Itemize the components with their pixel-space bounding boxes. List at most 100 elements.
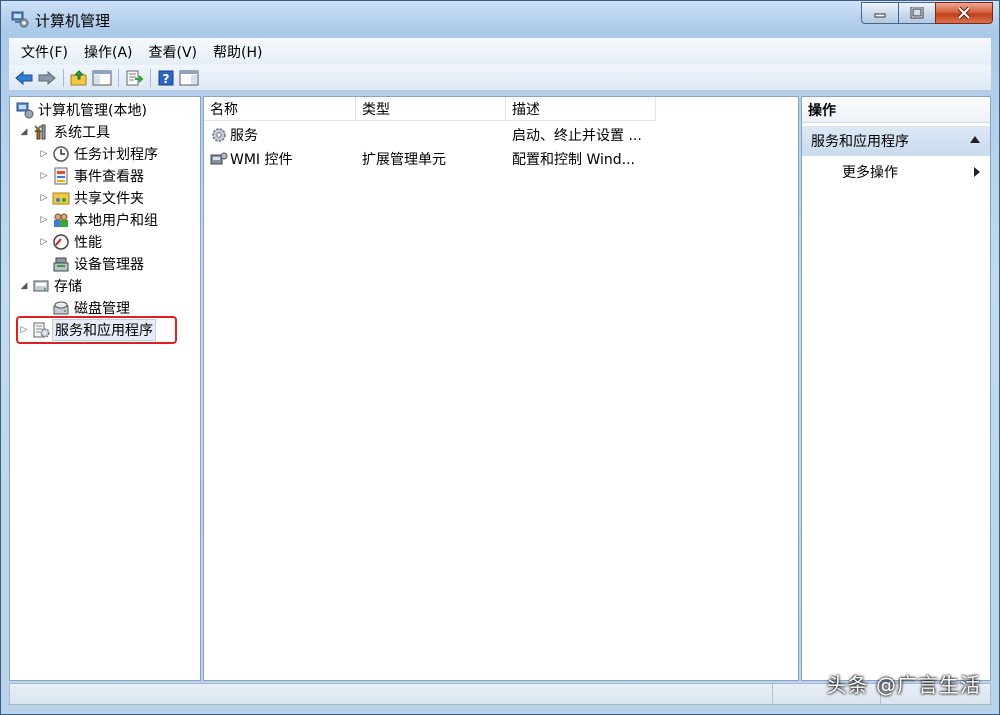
console-tree-pane: 计算机管理(本地) ◢ 系统工具 ▷ 任务计划程序 ▷ 事件查看器 ▷ 共享文件夹 ▷ 本地用户和组… bbox=[9, 96, 201, 681]
toolbar-separator bbox=[63, 68, 64, 87]
show-tree-icon bbox=[92, 70, 112, 85]
wmi-icon bbox=[210, 152, 228, 165]
list-row[interactable]: 服务 启动、终止并设置 ... bbox=[204, 123, 798, 147]
result-list-pane: 名称 类型 描述 服务 启动、终止并设置 ... WMI 控件 扩展管理单元 配… bbox=[203, 96, 799, 681]
title-bar[interactable]: 计算机管理 bbox=[1, 1, 999, 37]
list-row-description: 配置和控制 Wind... bbox=[512, 152, 635, 168]
minimize-button[interactable] bbox=[861, 2, 899, 24]
actions-section-header[interactable]: 服务和应用程序 bbox=[802, 126, 990, 156]
tree-item-device-manager[interactable]: 设备管理器 bbox=[38, 253, 146, 275]
tree-item-label: 计算机管理(本地) bbox=[38, 103, 147, 119]
up-folder-icon bbox=[70, 69, 87, 85]
watermark-text: 头条 @广言生活 bbox=[826, 673, 981, 697]
tree-expand-arrow-icon[interactable]: ▷ bbox=[18, 325, 30, 335]
tree-expanded-arrow-icon[interactable]: ◢ bbox=[18, 127, 30, 137]
menu-view[interactable]: 查看(V) bbox=[141, 42, 206, 62]
maximize-button[interactable] bbox=[898, 2, 936, 24]
performance-icon bbox=[52, 233, 70, 251]
close-button[interactable] bbox=[935, 2, 993, 24]
tree-item-computer-management[interactable]: 计算机管理(本地) bbox=[12, 99, 149, 121]
tree-item-services-apps[interactable]: ▷ 服务和应用程序 bbox=[18, 319, 156, 341]
help-button[interactable]: ? bbox=[155, 68, 177, 88]
forward-button[interactable] bbox=[36, 68, 58, 88]
actions-pane: 操作 服务和应用程序 更多操作 bbox=[801, 96, 991, 681]
gear-icon bbox=[212, 128, 226, 142]
tree-item-label: 存储 bbox=[54, 279, 82, 295]
tree-item-label: 本地用户和组 bbox=[74, 213, 158, 229]
tree-item-shared-folder[interactable]: ▷ 共享文件夹 bbox=[38, 187, 146, 209]
toolbar: ? bbox=[9, 65, 991, 91]
tree-expand-arrow-icon[interactable]: ▷ bbox=[38, 193, 50, 203]
tree-item-label: 性能 bbox=[74, 235, 102, 251]
list-row-description: 启动、终止并设置 ... bbox=[512, 128, 642, 144]
minimize-icon bbox=[874, 13, 886, 18]
column-header-description[interactable]: 描述 bbox=[506, 97, 656, 121]
tree-expand-arrow-icon[interactable]: ▷ bbox=[38, 237, 50, 247]
menu-action[interactable]: 操作(A) bbox=[76, 42, 141, 62]
close-icon bbox=[957, 6, 971, 20]
clock-icon bbox=[52, 145, 70, 163]
more-actions-label: 更多操作 bbox=[842, 165, 898, 181]
tree-expand-arrow-icon[interactable]: ▷ bbox=[38, 171, 50, 181]
menu-help[interactable]: 帮助(H) bbox=[205, 42, 270, 62]
column-header-type[interactable]: 类型 bbox=[356, 97, 506, 121]
show-tree-button[interactable] bbox=[91, 68, 113, 88]
device-manager-icon bbox=[52, 255, 70, 273]
actions-section-label: 服务和应用程序 bbox=[811, 134, 909, 150]
tree-item-users[interactable]: ▷ 本地用户和组 bbox=[38, 209, 160, 231]
toolbar-separator bbox=[118, 68, 119, 87]
tree-item-event-viewer[interactable]: ▷ 事件查看器 bbox=[38, 165, 146, 187]
actions-title: 操作 bbox=[802, 97, 990, 123]
toolbar-separator bbox=[150, 68, 151, 87]
list-row[interactable]: WMI 控件 扩展管理单元 配置和控制 Wind... bbox=[204, 147, 798, 171]
event-viewer-icon bbox=[52, 167, 70, 185]
tree-item-label: 磁盘管理 bbox=[74, 301, 130, 317]
tree-item-performance[interactable]: ▷ 性能 bbox=[38, 231, 104, 253]
tree-expand-arrow-icon[interactable]: ▷ bbox=[38, 149, 50, 159]
list-row-name: 服务 bbox=[230, 128, 258, 144]
users-icon bbox=[52, 211, 70, 229]
submenu-arrow-icon bbox=[974, 167, 980, 177]
tree-item-clock[interactable]: ▷ 任务计划程序 bbox=[38, 143, 160, 165]
maximize-icon bbox=[910, 7, 924, 19]
tools-icon bbox=[32, 123, 50, 141]
column-header-name[interactable]: 名称 bbox=[204, 97, 356, 121]
svg-text:?: ? bbox=[163, 72, 170, 86]
export-list-icon bbox=[126, 70, 143, 85]
more-actions-item[interactable]: 更多操作 bbox=[802, 159, 990, 185]
tree-item-disk[interactable]: 磁盘管理 bbox=[38, 297, 132, 319]
tree-item-tools[interactable]: ◢ 系统工具 bbox=[18, 121, 112, 143]
menu-file[interactable]: 文件(F) bbox=[13, 42, 76, 62]
collapse-up-icon[interactable] bbox=[970, 136, 980, 143]
list-row-type: 扩展管理单元 bbox=[362, 152, 446, 168]
tree-item-label: 共享文件夹 bbox=[74, 191, 144, 207]
help-icon: ? bbox=[158, 70, 174, 86]
forward-arrow-icon bbox=[38, 70, 56, 85]
computer-management-icon bbox=[11, 10, 29, 28]
back-arrow-icon bbox=[15, 70, 33, 85]
tree-item-label: 服务和应用程序 bbox=[52, 319, 156, 341]
export-button[interactable] bbox=[123, 68, 145, 88]
tree-item-storage[interactable]: ◢ 存储 bbox=[18, 275, 84, 297]
tree-item-label: 设备管理器 bbox=[74, 257, 144, 273]
tree-expand-arrow-icon[interactable]: ▷ bbox=[38, 215, 50, 225]
tree-item-label: 系统工具 bbox=[54, 125, 110, 141]
list-row-type bbox=[362, 123, 506, 147]
status-divider bbox=[772, 684, 773, 704]
services-apps-icon bbox=[32, 321, 50, 339]
console-button[interactable] bbox=[178, 68, 200, 88]
list-row-name: WMI 控件 bbox=[230, 152, 293, 168]
computer-management-icon bbox=[16, 101, 34, 119]
window-title: 计算机管理 bbox=[35, 12, 111, 30]
console-icon bbox=[179, 70, 199, 85]
computer-management-window: 计算机管理 文件(F) 操作(A) 查看(V) 帮助(H) ? 计算机管理(本地… bbox=[0, 0, 1000, 715]
shared-folder-icon bbox=[52, 189, 70, 207]
up-button[interactable] bbox=[68, 68, 90, 88]
tree-item-label: 任务计划程序 bbox=[74, 147, 158, 163]
tree-expanded-arrow-icon[interactable]: ◢ bbox=[18, 281, 30, 291]
storage-icon bbox=[32, 277, 50, 295]
back-button[interactable] bbox=[13, 68, 35, 88]
menu-bar: 文件(F) 操作(A) 查看(V) 帮助(H) bbox=[9, 38, 991, 65]
tree-item-label: 事件查看器 bbox=[74, 169, 144, 185]
disk-icon bbox=[52, 299, 70, 317]
